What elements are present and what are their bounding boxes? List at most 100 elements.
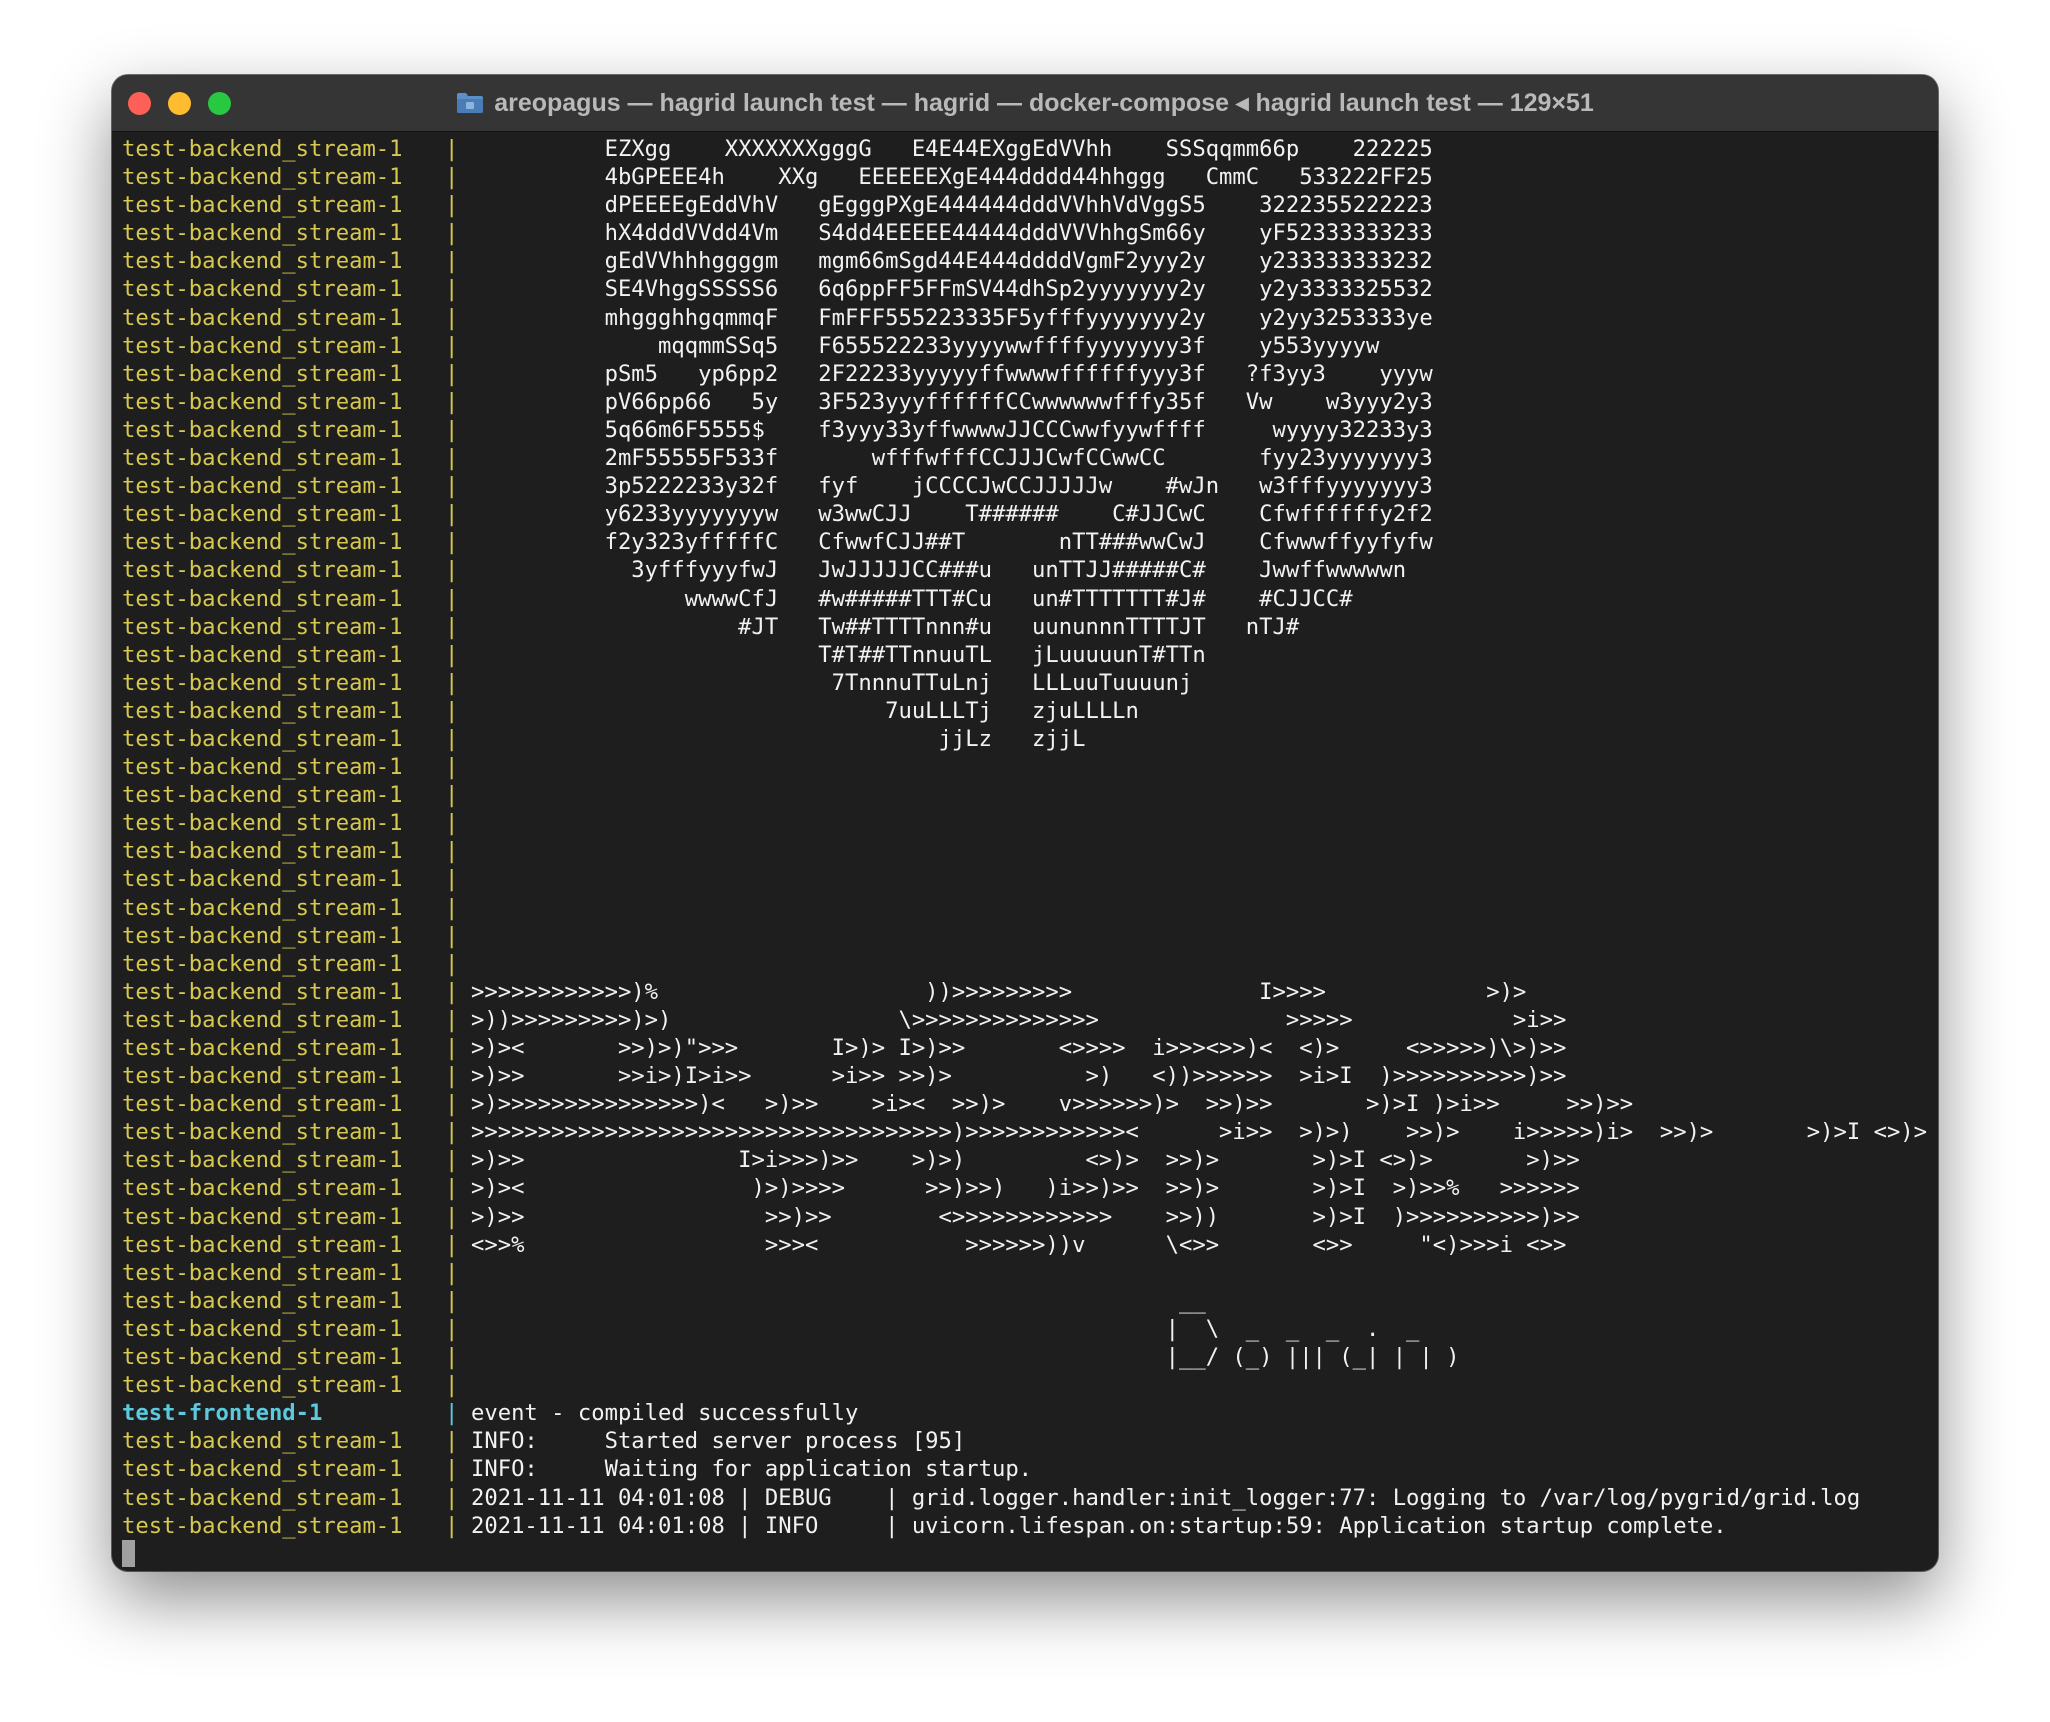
service-name: test-backend_stream-1 (122, 557, 403, 584)
line-separator: | (445, 697, 459, 724)
log-message: 2021-11-11 04:01:08 | DEBUG | grid.logge… (471, 1484, 1861, 1511)
log-line: test-backend_stream-1 | 5q66m6F5555$ f3yy… (122, 416, 1932, 444)
line-separator: | (445, 304, 459, 331)
line-separator: | (445, 810, 459, 837)
line-separator: | (445, 473, 459, 500)
terminal-output[interactable]: test-backend_stream-1 | EZXgg XXXXXXXgggG… (122, 135, 1932, 1568)
log-line: test-backend_stream-1 | pSm5 yp6pp2 2F222… (122, 360, 1932, 388)
line-separator: | (445, 1456, 459, 1483)
line-separator: | (445, 416, 459, 443)
service-name: test-backend_stream-1 (122, 501, 403, 528)
log-message: 2021-11-11 04:01:08 | INFO | uvicorn.lif… (471, 1512, 1727, 1539)
line-separator: | (445, 192, 459, 219)
service-name: test-backend_stream-1 (122, 1175, 403, 1202)
log-line: test-backend_stream-1 | <>>% >>>< >>>>>>))… (122, 1231, 1932, 1259)
service-name: test-backend_stream-1 (122, 922, 403, 949)
line-separator: | (445, 1512, 459, 1539)
log-line: test-backend_stream-1 | INFO: Waiting for … (122, 1455, 1932, 1483)
log-message: >)>> I>i>>>)>> >)>) <>)> >>)> >)>I <>)> … (471, 1147, 1580, 1174)
log-message: hX4dddVVdd4Vm S4dd4EEEEE44444dddVVVhhgSm… (471, 220, 1433, 247)
service-name: test-backend_stream-1 (122, 1035, 403, 1061)
log-message: >)>> >>i>)I>i>> >i>> >>)> >) <))>>>>>> >… (471, 1063, 1567, 1090)
line-separator: | (445, 220, 459, 247)
log-line: test-backend_stream-1 | >)>>>>>>>>>>>>>>>)… (122, 1090, 1932, 1118)
log-line: test-backend_stream-1 | 7TnnnuTTuLnj LLLu… (122, 669, 1932, 697)
service-name: test-backend_stream-1 (122, 1456, 403, 1483)
line-separator: | (445, 1315, 459, 1342)
service-name: test-backend_stream-1 (122, 950, 403, 977)
service-name: test-backend_stream-1 (122, 220, 403, 247)
service-name: test-backend_stream-1 (122, 1428, 403, 1455)
service-name: test-backend_stream-1 (122, 585, 403, 612)
service-name: test-backend_stream-1 (122, 725, 403, 752)
line-separator: | (445, 585, 459, 612)
service-name: test-backend_stream-1 (122, 360, 403, 387)
line-separator: | (445, 501, 459, 528)
title-bar[interactable]: areopagus — hagrid launch test — hagrid … (112, 75, 1938, 132)
log-message: mhggghhgqmmqF FmFFF555223335F5yfffyyyyyy… (471, 304, 1433, 331)
log-line: test-backend_stream-1 | f2y323yfffffC Cfw… (122, 528, 1932, 556)
line-separator: | (445, 557, 459, 584)
log-line: test-backend_stream-1 | >>>>>>>>>>>>>>>>>>… (122, 1118, 1932, 1146)
log-line: test-frontend-1 | event - compiled success… (122, 1399, 1932, 1427)
service-name: test-backend_stream-1 (122, 164, 403, 191)
log-line: test-backend_stream-1 | dPEEEEgEddVhV gEg… (122, 191, 1932, 219)
log-message: 5q66m6F5555$ f3yyy33yffwwwwJJCCCwwfyywff… (471, 416, 1433, 443)
log-line: test-backend_stream-1 | 3yfffyyyfwJ JwJJJ… (122, 556, 1932, 584)
line-separator: | (445, 1175, 459, 1202)
service-name: test-backend_stream-1 (122, 1091, 403, 1118)
line-separator: | (445, 1091, 459, 1118)
prompt-line[interactable] (122, 1539, 1932, 1568)
line-separator: | (445, 669, 459, 696)
service-name: test-backend_stream-1 (122, 894, 403, 921)
line-separator: | (445, 725, 459, 752)
log-line: test-backend_stream-1 | 2mF55555F533f wff… (122, 444, 1932, 472)
service-name: test-backend_stream-1 (122, 1063, 403, 1090)
line-separator: | (445, 529, 459, 556)
log-message: 3yfffyyyfwJ JwJJJJJCC###u unTTJJ#####C# … (471, 557, 1407, 584)
log-message: dPEEEEgEddVhV gEgggPXgE444444dddVVhhVdVg… (471, 192, 1433, 219)
window-title: areopagus — hagrid launch test — hagrid … (494, 89, 1594, 117)
log-message: >>>>>>>>>>>>)% ))>>>>>>>>> I>>>> >)> (471, 978, 1527, 1005)
log-line: test-backend_stream-1 | hX4dddVVdd4Vm S4d… (122, 219, 1932, 247)
log-line: test-backend_stream-1 | >)>< >>)>)">>> I>)… (122, 1034, 1932, 1062)
log-line: test-backend_stream-1 | | \ _ _ _ . _ (122, 1315, 1932, 1343)
log-line: test-backend_stream-1 | jjLz zjjL (122, 725, 1932, 753)
log-line: test-backend_stream-1 | __ (122, 1287, 1932, 1315)
log-message: f2y323yfffffC CfwwfCJJ##T nTT###wwCwJ Cf… (471, 529, 1433, 556)
service-name: test-frontend-1 (122, 1400, 323, 1427)
service-name: test-backend_stream-1 (122, 1231, 403, 1258)
line-separator: | (445, 1428, 459, 1455)
line-separator: | (445, 950, 459, 977)
log-line: test-backend_stream-1 | 7uuLLLTj zjuLLLLn (122, 697, 1932, 725)
log-line: test-backend_stream-1 | gEdVVhhhggggm mgm… (122, 247, 1932, 275)
service-name: test-backend_stream-1 (122, 754, 403, 781)
log-message: >)>>>>>>>>>>>>>>>)< >)>> >i>< >>)> v>>>>… (471, 1091, 1634, 1118)
line-separator: | (445, 641, 459, 668)
log-message: >))>>>>>>>>>)>) \>>>>>>>>>>>>>> >>>>> >i… (471, 1006, 1567, 1033)
log-line: test-backend_stream-1 | (122, 1259, 1932, 1287)
service-name: test-backend_stream-1 (122, 810, 403, 837)
line-separator: | (445, 1400, 459, 1427)
service-name: test-backend_stream-1 (122, 1315, 403, 1342)
log-message: wwwwCfJ #w#####TTT#Cu un#TTTTTTT#J# #CJJ… (471, 585, 1353, 612)
log-message: jjLz zjjL (471, 725, 1086, 752)
service-name: test-backend_stream-1 (122, 641, 403, 668)
log-line: test-backend_stream-1 | (122, 1371, 1932, 1399)
service-name: test-backend_stream-1 (122, 1484, 403, 1511)
log-line: test-backend_stream-1 | 2021-11-11 04:01:0… (122, 1484, 1932, 1512)
service-name: test-backend_stream-1 (122, 1372, 403, 1399)
terminal-window: areopagus — hagrid launch test — hagrid … (112, 75, 1938, 1571)
line-separator: | (445, 1344, 459, 1371)
log-line: test-backend_stream-1 | (122, 922, 1932, 950)
log-message: 7TnnnuTTuLnj LLLuuTuuuunj (471, 669, 1193, 696)
service-name: test-backend_stream-1 (122, 304, 403, 331)
line-separator: | (445, 1259, 459, 1286)
service-name: test-backend_stream-1 (122, 416, 403, 443)
log-message: <>>% >>>< >>>>>>))v \<>> <>> "<)>>>i <>> (471, 1231, 1567, 1258)
service-name: test-backend_stream-1 (122, 192, 403, 219)
log-line: test-backend_stream-1 | (122, 753, 1932, 781)
line-separator: | (445, 1287, 459, 1314)
line-separator: | (445, 613, 459, 640)
line-separator: | (445, 1006, 459, 1033)
